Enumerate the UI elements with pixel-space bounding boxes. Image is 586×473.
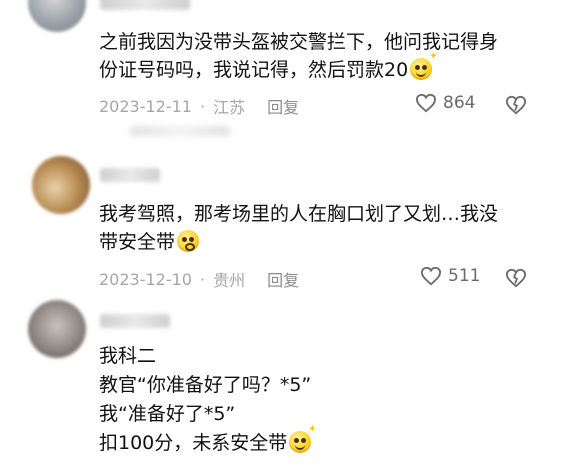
reply-button[interactable]: 回复	[267, 267, 299, 291]
comment-date: 2023-12-11	[99, 96, 192, 116]
flushed-face-icon	[177, 230, 200, 252]
comment-meta: 2023-12-11 · 江苏 回复	[99, 94, 299, 118]
reply-button[interactable]: 回复	[267, 94, 299, 118]
smile-sparkle-icon: ✦	[289, 425, 317, 453]
comment-location: 贵州	[213, 271, 246, 290]
smile-sparkle-icon: ✦	[410, 52, 438, 80]
username-blurred[interactable]	[100, 168, 160, 182]
comment-text: 我科二 教官“你准备好了吗？*5” 我“准备好了*5” 扣100分，未系安全带 ✦	[99, 345, 317, 454]
comment-date: 2023-12-10	[99, 269, 192, 289]
meta-separator: ·	[199, 96, 206, 116]
like-count: 511	[448, 266, 481, 286]
avatar[interactable]	[32, 156, 90, 214]
comment-location: 江苏	[213, 98, 246, 117]
dislike-button[interactable]	[505, 268, 527, 292]
heart-outline-icon	[420, 266, 442, 286]
like-button[interactable]: 864	[415, 93, 475, 113]
meta-separator: ·	[199, 269, 206, 289]
like-button[interactable]: 511	[420, 266, 480, 286]
broken-heart-icon	[505, 268, 527, 288]
dislike-button[interactable]	[505, 95, 527, 119]
comment-text: 之前我因为没带头盔被交警拦下，他问我记得身 份证号码吗，我说记得，然后罚款20 ✦	[99, 31, 499, 81]
avatar[interactable]	[28, 0, 86, 32]
heart-outline-icon	[415, 93, 437, 113]
username-blurred[interactable]	[100, 314, 170, 328]
like-count: 864	[443, 93, 476, 113]
reply-preview-blurred	[130, 126, 230, 136]
comment-text: 我考驾照，那考场里的人在胸口划了又划…我没 带安全带	[99, 203, 499, 253]
comment-meta: 2023-12-10 · 贵州 回复	[99, 267, 299, 291]
username-blurred[interactable]	[100, 0, 190, 10]
avatar[interactable]	[28, 300, 86, 358]
broken-heart-icon	[505, 95, 527, 115]
